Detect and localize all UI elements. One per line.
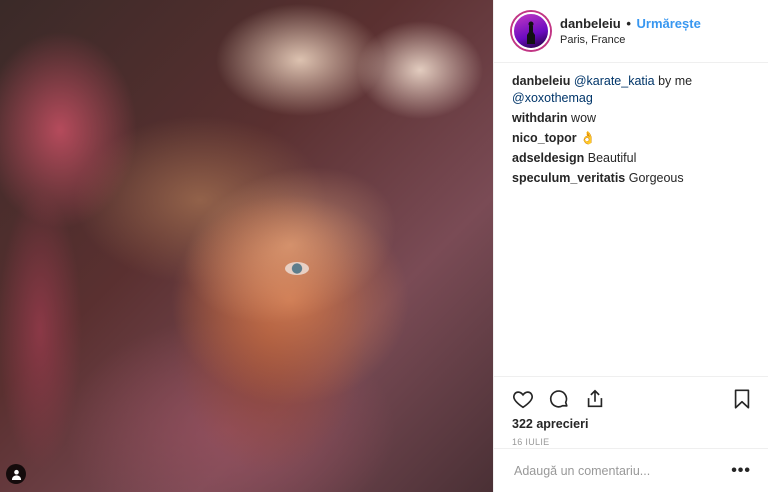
header-text: danbeleiu • Urmărește Paris, France (560, 16, 701, 46)
comment-icon[interactable] (548, 388, 570, 410)
post-header: danbeleiu • Urmărește Paris, France (494, 0, 768, 63)
heart-icon[interactable] (512, 388, 534, 410)
comment-item: withdarin wow (512, 110, 752, 127)
add-comment-input[interactable] (512, 462, 732, 479)
follow-button[interactable]: Urmărește (637, 16, 701, 31)
comment-username[interactable]: withdarin (512, 111, 568, 125)
comment-username[interactable]: nico_topor (512, 131, 577, 145)
action-section: 322 aprecieri 16 IULIE (494, 376, 768, 447)
user-tag-icon[interactable] (6, 464, 26, 484)
post-photo[interactable] (0, 0, 493, 492)
bookmark-icon[interactable] (731, 388, 753, 410)
caption-username[interactable]: danbeleiu (512, 74, 570, 88)
comment-text: Beautiful (587, 151, 637, 165)
instagram-post: danbeleiu • Urmărește Paris, France danb… (0, 0, 768, 492)
comments-list: danbeleiu @karate_katia by me @xoxothema… (494, 63, 768, 187)
add-comment-bar: ••• (494, 448, 768, 492)
caption-text: by me (654, 74, 693, 88)
avatar[interactable] (512, 12, 550, 50)
post-date: 16 IULIE (512, 437, 550, 447)
post-sidebar: danbeleiu • Urmărește Paris, France danb… (493, 0, 768, 492)
caption-mention-1[interactable]: @karate_katia (574, 74, 655, 88)
action-bar (494, 377, 768, 414)
comment-username[interactable]: adseldesign (512, 151, 584, 165)
comment-item: nico_topor 👌 (512, 130, 752, 147)
share-icon[interactable] (584, 388, 606, 410)
caption: danbeleiu @karate_katia by me @xoxothema… (512, 73, 752, 107)
separator-dot: • (626, 16, 631, 31)
caption-mention-2[interactable]: @xoxothemag (512, 91, 593, 105)
photo-eye (285, 262, 309, 275)
comment-text: 👌 (580, 131, 596, 145)
more-options-icon[interactable]: ••• (731, 462, 751, 480)
comment-text: wow (571, 111, 597, 125)
comment-username[interactable]: speculum_veritatis (512, 171, 625, 185)
comment-item: adseldesign Beautiful (512, 150, 752, 167)
comment-item: speculum_veritatis Gorgeous (512, 170, 752, 187)
location-link[interactable]: Paris, France (560, 34, 701, 46)
comment-text: Gorgeous (628, 171, 684, 185)
author-username[interactable]: danbeleiu (560, 16, 621, 31)
likes-count[interactable]: 322 aprecieri (494, 414, 768, 431)
